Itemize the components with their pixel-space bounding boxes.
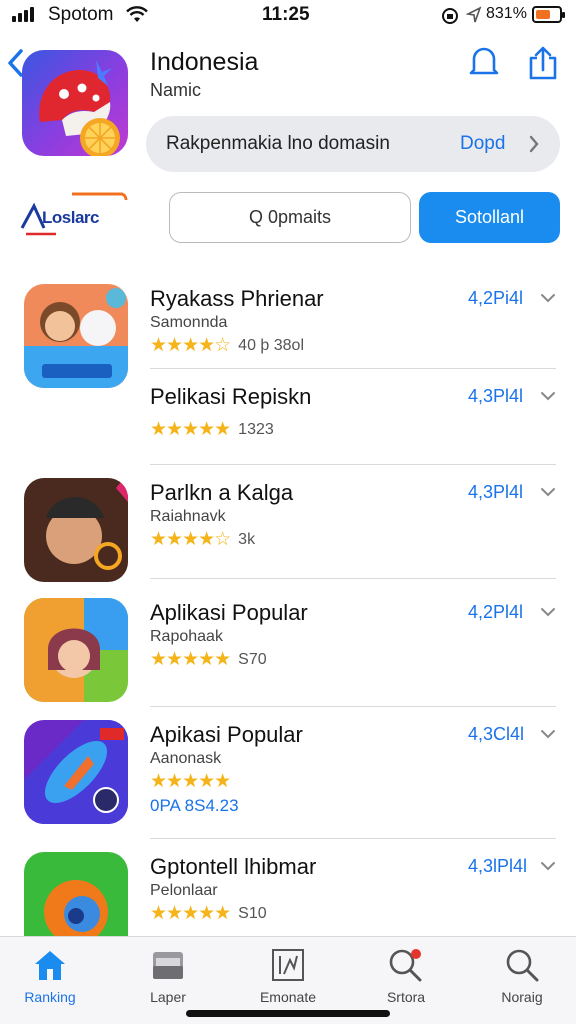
app-name[interactable]: Apikasi Popular [150,722,303,748]
app-list-item[interactable]: Ryakass Phrienar Samonnda ★★★★☆ 40 þ 38ol 4,… [0,282,576,392]
domain-banner[interactable]: Rakpenmakia lno domasin Dopd [146,116,560,172]
app-name[interactable]: Pelikasi Repiskn [150,384,311,410]
chevron-down-icon[interactable] [540,860,556,872]
star-rating-icon: ★★★★★ [150,903,231,924]
app-developer: Aanonask [150,750,222,767]
home-indicator [186,1010,390,1017]
search-icon [506,949,539,982]
app-rating-row: ★★★★★ S70 [150,648,267,671]
tab-label: Noraig [501,989,543,1005]
star-rating-icon: ★★★★☆ [150,335,231,356]
divider [150,706,556,707]
app-list-item[interactable]: Parlkn a Kalga Raiahnavk ★★★★☆ 3k 4,3Pl4l [0,476,576,586]
app-list-item[interactable]: Apikasi Popular Aanonask ★★★★★ 0PA 8S4.23 4,… [0,718,576,839]
app-rating-row: ★★★★☆ 40 þ 38ol [150,334,304,357]
app-name[interactable]: Aplikasi Popular [150,600,308,626]
chevron-down-icon[interactable] [540,606,556,618]
app-score: 4,2Pl4l [468,602,524,622]
domain-action-link[interactable]: Dopd [460,133,505,155]
app-icon[interactable] [24,478,128,582]
app-rating-row: ★★★★☆ 3k [150,528,255,551]
tab-noraig[interactable]: Noraig [474,943,570,1005]
app-icon [22,50,128,156]
chevron-down-icon[interactable] [540,486,556,498]
tab-label: Ranking [24,989,76,1005]
search-badge-icon [389,949,422,982]
app-rating-row: ★★★★★ [150,770,231,793]
brand-logo-text: Loslarc [42,208,99,227]
signal-icon [12,7,34,22]
app-score: 4,3Cl4l [468,724,525,744]
chevron-down-icon[interactable] [540,728,556,740]
share-icon[interactable] [526,44,560,82]
app-icon[interactable] [24,720,128,824]
app-developer: Samonnda [150,314,228,331]
app-list-item[interactable]: Aplikasi Popular Rapohaak ★★★★★ S70 4,2Pl4l [0,596,576,707]
brand-logo: Loslarc [20,190,128,244]
app-icon[interactable] [24,598,128,702]
divider [150,464,556,465]
tab-srtora[interactable]: Srtora [358,943,454,1005]
location-arrow-icon [466,6,482,23]
tab-ranking[interactable]: Ranking [2,943,98,1005]
carrier-label: Spotom [48,4,114,25]
app-rating-row: ★★★★★ 1323 [150,418,274,441]
primary-action-button[interactable]: Sotollanl [419,192,560,243]
chevron-right-icon [529,135,539,153]
app-name[interactable]: Parlkn a Kalga [150,480,293,506]
chevron-down-icon[interactable] [540,292,556,304]
page-title: Indonesia [150,48,259,76]
star-rating-icon: ★★★★★ [150,419,231,440]
review-count: 40 þ 38ol [238,336,305,354]
divider [150,368,556,369]
tab-emonate[interactable]: Emonate [240,943,336,1005]
battery-icon [532,6,565,23]
domain-text: Rakpenmakia lno domasin [166,133,390,154]
tab-laper[interactable]: Laper [120,943,216,1005]
chart-frame-icon [272,949,304,981]
app-score: 4,3lPl4l [468,856,528,876]
app-icon[interactable] [24,284,128,388]
review-count: 1323 [238,420,274,438]
app-rating-row: ★★★★★ S10 [150,902,267,925]
review-count: 3k [238,530,256,548]
star-rating-icon: ★★★★★ [150,649,231,670]
app-list-item[interactable]: Pelikasi Repiskn ★★★★★ 1323 4,3Pl4l [0,380,576,490]
orientation-lock-icon [442,8,458,24]
review-count: S70 [238,650,267,668]
wifi-icon [126,6,148,22]
app-name[interactable]: Ryakass Phrienar [150,286,324,312]
chevron-down-icon[interactable] [540,390,556,402]
divider [150,578,556,579]
folder-icon [153,952,183,979]
tab-label: Emonate [259,989,317,1005]
app-name[interactable]: Gptontell lhibmar [150,854,316,880]
app-developer: Rapohaak [150,628,223,645]
house-icon [35,951,65,980]
app-score: 4,3Pl4l [468,386,524,406]
divider [150,838,556,839]
app-developer: Raiahnavk [150,508,226,525]
page-subtitle: Namic [150,80,202,100]
tab-label: Srtora [386,989,426,1005]
app-score: 4,2Pi4l [468,288,524,308]
review-count: S10 [238,904,267,922]
bell-icon[interactable] [468,44,500,80]
star-rating-icon: ★★★★☆ [150,529,231,550]
tab-label: Laper [150,989,186,1005]
status-bar: Spotom 11:25 831% [0,0,576,30]
app-price: 0PA 8S4.23 [150,796,239,815]
app-developer: Pelonlaar [150,882,218,899]
app-score: 4,3Pl4l [468,482,524,502]
clock: 11:25 [262,4,310,25]
star-rating-icon: ★★★★★ [150,771,231,792]
battery-percent: 831% [486,5,527,22]
search-button[interactable]: Q 0pmaits [169,192,411,243]
